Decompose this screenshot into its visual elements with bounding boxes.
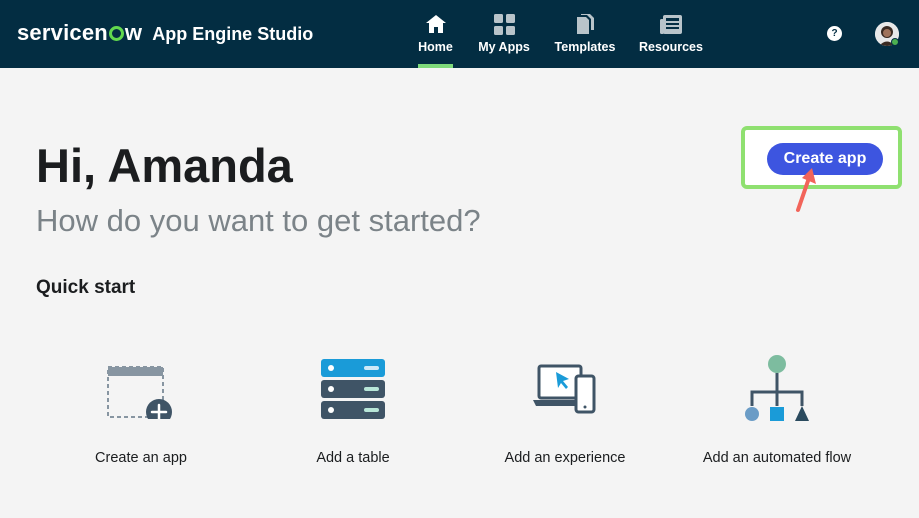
online-status-dot [891, 38, 899, 46]
quick-start-label: Add an automated flow [702, 450, 852, 466]
nav-label: Templates [554, 40, 616, 54]
app-window-plus-icon [31, 350, 251, 425]
page-subtitle: How do you want to get started? [36, 203, 481, 238]
quick-start-label: Add a table [316, 450, 390, 466]
quick-start-label: Add an experience [504, 450, 626, 466]
flow-diagram-icon [667, 350, 887, 425]
active-tab-indicator [418, 64, 453, 68]
quick-start-add-experience[interactable]: Add an experience [455, 350, 675, 466]
nav-tab-resources[interactable]: Resources [639, 0, 703, 68]
page-greeting: Hi, Amanda [36, 139, 293, 192]
laptop-phone-icon [455, 350, 675, 425]
quick-start-add-table[interactable]: Add a table [243, 350, 463, 466]
nav-tab-templates[interactable]: Templates [553, 0, 617, 68]
database-table-icon [243, 350, 463, 425]
newspaper-icon [660, 13, 682, 35]
app-title: App Engine Studio [152, 24, 314, 44]
help-icon[interactable]: ? [827, 26, 842, 41]
quick-start-create-app[interactable]: Create an app [31, 350, 251, 466]
top-navigation-bar: servicenowservicenw App Engine Studio Ho… [0, 0, 919, 68]
grid-icon [493, 13, 515, 35]
home-icon [425, 13, 447, 35]
quick-start-label: Create an app [95, 450, 187, 466]
nav-label: My Apps [478, 40, 530, 54]
create-app-button[interactable]: Create app [767, 143, 883, 175]
nav-label: Home [418, 40, 453, 54]
documents-icon [575, 13, 595, 35]
brand: servicenowservicenw App Engine Studio [17, 20, 313, 46]
quick-start-heading: Quick start [36, 277, 136, 298]
nav-tab-my-apps[interactable]: My Apps [478, 0, 530, 68]
annotation-arrow-icon [796, 168, 816, 212]
servicenow-logo[interactable]: servicenowservicenw [17, 20, 142, 46]
nav-tab-home[interactable]: Home [418, 0, 453, 68]
nav-label: Resources [639, 40, 703, 54]
quick-start-add-flow[interactable]: Add an automated flow [667, 350, 887, 466]
